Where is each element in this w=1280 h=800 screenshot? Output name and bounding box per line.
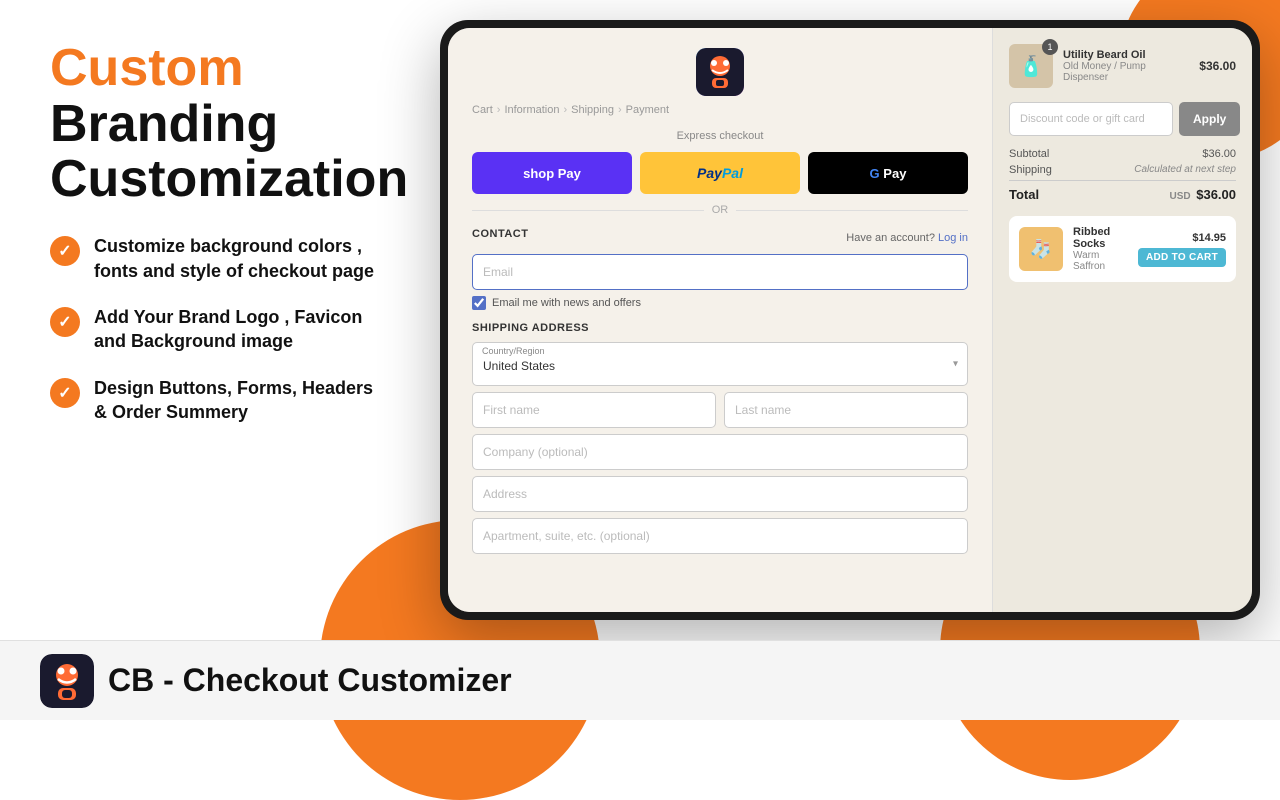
address-input[interactable] [472,476,968,512]
shipping-value: Calculated at next step [1134,164,1236,176]
app-logo [40,654,94,708]
subtotal-line: Subtotal $36.00 [1009,148,1236,160]
total-value-group: USD $36.00 [1169,187,1236,202]
customization-heading: Customization [50,152,390,207]
apply-button[interactable]: Apply [1179,102,1240,136]
contact-header-row: CONTACT Have an account? Log in [472,228,968,248]
left-panel: Custom Branding Customization Customize … [0,0,430,650]
breadcrumb-information[interactable]: Information [504,104,559,116]
upsell-name: Ribbed Socks [1073,226,1128,250]
country-wrapper: Country/Region United States ▾ [472,342,968,386]
apartment-input[interactable] [472,518,968,554]
company-input[interactable] [472,434,968,470]
custom-heading: Custom [50,40,390,97]
breadcrumb-sep-1: › [497,104,501,116]
checkout-main[interactable]: Cart › Information › Shipping › Payment … [448,28,992,612]
check-icon-1 [50,236,80,266]
breadcrumb: Cart › Information › Shipping › Payment [472,104,968,116]
check-icon-3 [50,378,80,408]
total-line: Total USD $36.00 [1009,180,1236,202]
tablet-screen: Cart › Information › Shipping › Payment … [448,28,1252,612]
feature-item-3: Design Buttons, Forms, Headers & Order S… [50,376,390,425]
product-image: 🧴 1 [1009,44,1053,88]
subtotal-label: Subtotal [1009,148,1049,160]
last-name-input[interactable] [724,392,968,428]
upsell-card: 🧦 Ribbed Socks Warm Saffron $14.95 ADD T… [1009,216,1236,282]
email-consent-label: Email me with news and offers [492,297,641,309]
feature-text-2: Add Your Brand Logo , Favicon and Backgr… [94,305,390,354]
country-label: Country/Region [482,346,545,356]
shipping-section-title: SHIPPING ADDRESS [472,322,968,334]
checkout-logo-area [472,48,968,96]
product-row: 🧴 1 Utility Beard Oil Old Money / Pump D… [1009,44,1236,88]
product-variant: Old Money / Pump Dispenser [1063,61,1189,83]
upsell-info: Ribbed Socks Warm Saffron [1073,226,1128,272]
shoppay-button[interactable]: shop Pay [472,152,632,194]
check-icon-2 [50,307,80,337]
email-consent-checkbox[interactable] [472,296,486,310]
express-checkout-label: Express checkout [472,130,968,142]
first-name-input[interactable] [472,392,716,428]
subtotal-value: $36.00 [1202,148,1236,160]
breadcrumb-payment[interactable]: Payment [626,104,669,116]
name-row [472,392,968,428]
bottom-bar: CB - Checkout Customizer [0,640,1280,720]
feature-list: Customize background colors , fonts and … [50,234,390,424]
discount-row: Apply [1009,102,1236,136]
country-value[interactable]: United States [472,342,968,386]
breadcrumb-sep-2: › [563,104,567,116]
breadcrumb-cart[interactable]: Cart [472,104,493,116]
paypal-button[interactable]: PayPal [640,152,800,194]
feature-item-1: Customize background colors , fonts and … [50,234,390,283]
add-to-cart-button[interactable]: ADD TO CART [1138,248,1226,267]
upsell-right: $14.95 ADD TO CART [1138,232,1226,267]
product-info: Utility Beard Oil Old Money / Pump Dispe… [1063,49,1189,83]
have-account-text: Have an account? Log in [846,232,968,244]
chevron-down-icon: ▾ [953,359,958,370]
gpay-button[interactable]: G Pay [808,152,968,194]
breadcrumb-sep-3: › [618,104,622,116]
or-divider: OR [472,204,968,216]
email-input[interactable] [472,254,968,290]
feature-text-1: Customize background colors , fonts and … [94,234,390,283]
shipping-line: Shipping Calculated at next step [1009,164,1236,176]
email-consent-row: Email me with news and offers [472,296,968,310]
total-label: Total [1009,187,1039,202]
app-title: CB - Checkout Customizer [108,662,512,699]
breadcrumb-shipping[interactable]: Shipping [571,104,614,116]
discount-input[interactable] [1009,102,1173,136]
order-summary: 🧴 1 Utility Beard Oil Old Money / Pump D… [992,28,1252,612]
shipping-label: Shipping [1009,164,1052,176]
product-name: Utility Beard Oil [1063,49,1189,61]
contact-section-title: CONTACT [472,228,528,240]
branding-heading: Branding [50,97,390,152]
product-quantity-badge: 1 [1042,39,1058,55]
tablet-frame: Cart › Information › Shipping › Payment … [440,20,1260,620]
feature-item-2: Add Your Brand Logo , Favicon and Backgr… [50,305,390,354]
total-value: $36.00 [1196,187,1236,202]
log-in-link[interactable]: Log in [938,232,968,244]
upsell-price: $14.95 [1192,232,1226,244]
express-buttons: shop Pay PayPal G Pay [472,152,968,194]
product-price: $36.00 [1199,59,1236,73]
total-currency: USD [1169,191,1190,202]
upsell-image: 🧦 [1019,227,1063,271]
store-logo [696,48,744,96]
upsell-variant: Warm Saffron [1073,250,1128,272]
feature-text-3: Design Buttons, Forms, Headers & Order S… [94,376,390,425]
